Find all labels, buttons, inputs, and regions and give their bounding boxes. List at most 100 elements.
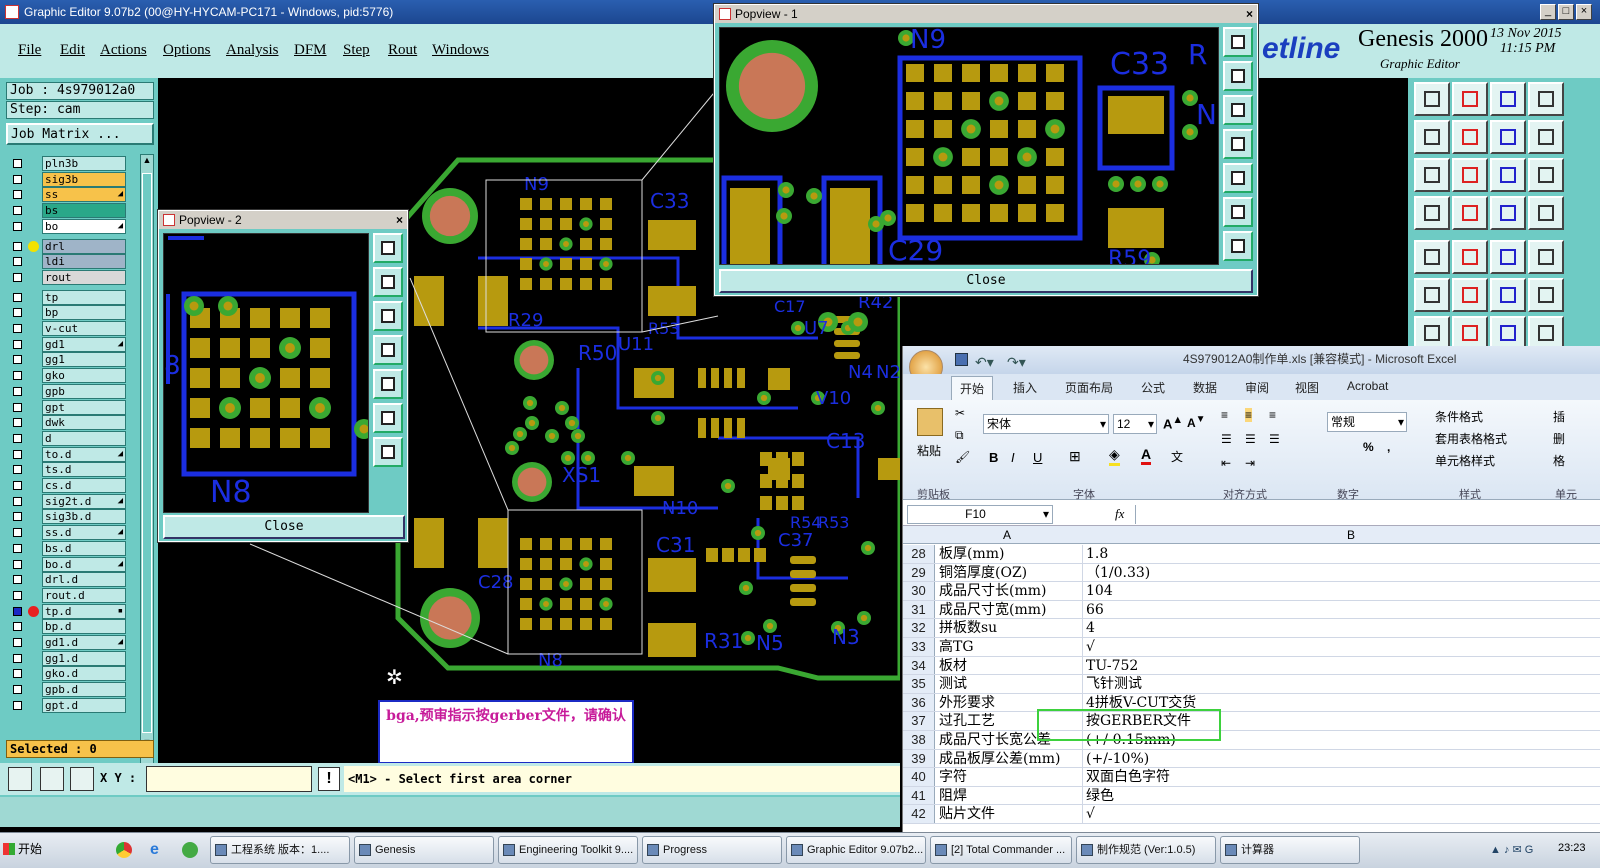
split-icon[interactable]	[1490, 120, 1526, 154]
cell-b[interactable]: 4	[1084, 619, 1584, 637]
snap-blue-icon[interactable]	[1528, 196, 1564, 230]
layer-name[interactable]: gd1 ◢	[42, 336, 126, 352]
minimize-button[interactable]: _	[1540, 4, 1556, 20]
menu-dfm[interactable]: DFM	[294, 42, 327, 59]
tab-home[interactable]: 开始	[951, 376, 994, 400]
tab-insert[interactable]: 插入	[1013, 379, 1037, 396]
taskbar-item[interactable]: Graphic Editor 9.07b2...	[786, 836, 926, 864]
popview-2-window[interactable]: Popview - 2 × N8 8 Close	[157, 209, 409, 543]
layer-row[interactable]: bp	[10, 305, 126, 321]
menu-edit[interactable]: Edit	[60, 42, 85, 59]
cell-a[interactable]: 贴片文件	[937, 805, 1083, 823]
home-view-icon[interactable]	[1490, 82, 1526, 116]
align-top-icon[interactable]: ≡	[1221, 408, 1228, 422]
popview-2-image[interactable]: N8 8	[163, 233, 369, 513]
layer-up-icon[interactable]	[1414, 82, 1450, 116]
phonetic-icon[interactable]: 文	[1171, 448, 1183, 465]
layer-checkbox[interactable]	[13, 221, 22, 231]
cell-b[interactable]: 104	[1084, 582, 1584, 600]
align-middle-icon[interactable]: ≡	[1245, 408, 1253, 422]
name-box[interactable]: F10 ▾	[907, 505, 1053, 524]
measure-icon[interactable]	[1452, 240, 1488, 274]
layer-name[interactable]: bo.d ◢	[42, 556, 126, 572]
layer-row[interactable]: drl.d	[10, 572, 126, 588]
cell-b[interactable]: (+/-10%)	[1084, 750, 1584, 768]
layer-checkbox[interactable]	[13, 481, 22, 490]
sheet-row[interactable]: 29 铜箔厚度(OZ) （1/0.33)	[903, 563, 1600, 583]
fill-color-icon[interactable]: ◈	[1109, 446, 1120, 466]
layer-checkbox[interactable]	[13, 308, 22, 318]
size-select[interactable]: 12 ▾	[1113, 414, 1157, 434]
outdent-icon[interactable]: ⇥	[1245, 456, 1255, 470]
align-bottom-icon[interactable]: ≡	[1269, 408, 1276, 422]
row-number[interactable]: 30	[903, 582, 935, 600]
layer-down-icon[interactable]	[1452, 82, 1488, 116]
layer-row[interactable]: v-cut	[10, 321, 126, 336]
layer-name[interactable]: ts.d	[42, 462, 126, 478]
xy-input[interactable]	[146, 766, 312, 792]
conditional-format-button[interactable]: 条件格式	[1435, 408, 1483, 425]
layer-name[interactable]: bp.d	[42, 619, 126, 635]
tab-data[interactable]: 数据	[1193, 379, 1217, 396]
layer-scrollbar[interactable]: ▲ ▼	[140, 154, 154, 802]
sheet-row[interactable]: 38 成品尺寸长宽公差 (+/-0.15mm)	[903, 731, 1600, 750]
popview-1-image[interactable]: N9 C33 R N C29 R59	[719, 27, 1219, 265]
row-number[interactable]: 36	[903, 693, 935, 712]
layer-name[interactable]: drl.d	[42, 572, 126, 588]
cell-style-button[interactable]: 单元格样式	[1435, 452, 1495, 469]
layer-checkbox[interactable]	[13, 465, 22, 475]
ruler-bar-icon[interactable]	[1490, 240, 1526, 274]
layer-checkbox[interactable]	[13, 402, 22, 412]
taskbar-item[interactable]: Engineering Toolkit 9....	[498, 836, 638, 864]
layer-name[interactable]: gpt.d	[42, 697, 126, 713]
tab-acrobat[interactable]: Acrobat	[1347, 379, 1388, 393]
layer-name[interactable]: sig3b	[42, 171, 126, 187]
popview-1-titlebar[interactable]: Popview - 1 ×	[715, 5, 1257, 23]
layer-checkbox[interactable]	[13, 292, 22, 302]
sheet-grid[interactable]: 28 板厚(mm) 1.8 29 铜箔厚度(OZ) （1/0.33) 30 成品尺寸长(mm)…	[903, 545, 1600, 832]
layer-checkbox[interactable]	[13, 241, 22, 251]
layer-row[interactable]: bs.d	[10, 540, 126, 556]
layer-name[interactable]: sig2t.d ◢	[42, 493, 126, 509]
snap-red-icon[interactable]	[1490, 196, 1526, 230]
taskbar-item[interactable]: [2] Total Commander ...	[930, 836, 1072, 864]
tab-view[interactable]: 视图	[1295, 379, 1319, 396]
formula-input[interactable]	[1135, 505, 1600, 524]
layer-name[interactable]: bs.d	[42, 540, 126, 556]
cell-a[interactable]: 拼板数su	[937, 619, 1083, 637]
cell-b[interactable]: 66	[1084, 601, 1584, 619]
maximize-button[interactable]: □	[1558, 4, 1574, 20]
layer-row[interactable]: gko	[10, 368, 126, 384]
sheet-row[interactable]: 32 拼板数su 4	[903, 619, 1600, 638]
grid-icon[interactable]	[70, 767, 94, 791]
layer-row[interactable]: ss.d ◢	[10, 525, 126, 541]
warning-icon[interactable]: !	[318, 767, 340, 791]
ruler-icon[interactable]	[1414, 196, 1450, 230]
menu-rout[interactable]: Rout	[388, 42, 417, 59]
layer-name[interactable]: d	[42, 430, 126, 446]
excel-window[interactable]: ↶▾ ↷▾ 4S979012A0制作单.xls [兼容模式] - Microso…	[902, 346, 1600, 832]
delete-cells-button[interactable]: 删	[1553, 430, 1565, 447]
layer-checkbox[interactable]	[13, 159, 22, 168]
excel-titlebar[interactable]: ↶▾ ↷▾ 4S979012A0制作单.xls [兼容模式] - Microso…	[903, 346, 1600, 384]
layer-row[interactable]: sig3b	[10, 171, 126, 187]
pan-icon[interactable]	[1223, 27, 1253, 57]
layer-name[interactable]: bs	[42, 203, 126, 219]
layer-name[interactable]: gko	[42, 368, 126, 384]
ratio-icon[interactable]	[1490, 158, 1526, 192]
diag2-icon[interactable]	[1452, 316, 1488, 350]
layer-row[interactable]: gg1	[10, 352, 126, 368]
start-button[interactable]: 开始	[0, 835, 48, 865]
layer-name[interactable]: bp	[42, 305, 126, 321]
cell-b[interactable]: TU-752	[1084, 657, 1584, 675]
layer-name[interactable]: ldi	[42, 254, 126, 270]
layer-checkbox[interactable]	[13, 590, 22, 600]
layer-name[interactable]: bo ◢	[42, 218, 126, 234]
help-icon[interactable]	[1528, 158, 1564, 192]
cell-b[interactable]: 1.8	[1084, 545, 1584, 563]
row-number[interactable]: 39	[903, 749, 935, 768]
layer-row[interactable]: bo ◢	[10, 218, 126, 234]
undo-icon[interactable]: ↶▾	[975, 349, 994, 375]
insert-cells-button[interactable]: 插	[1553, 408, 1565, 425]
underline-icon[interactable]: U	[1033, 450, 1042, 465]
